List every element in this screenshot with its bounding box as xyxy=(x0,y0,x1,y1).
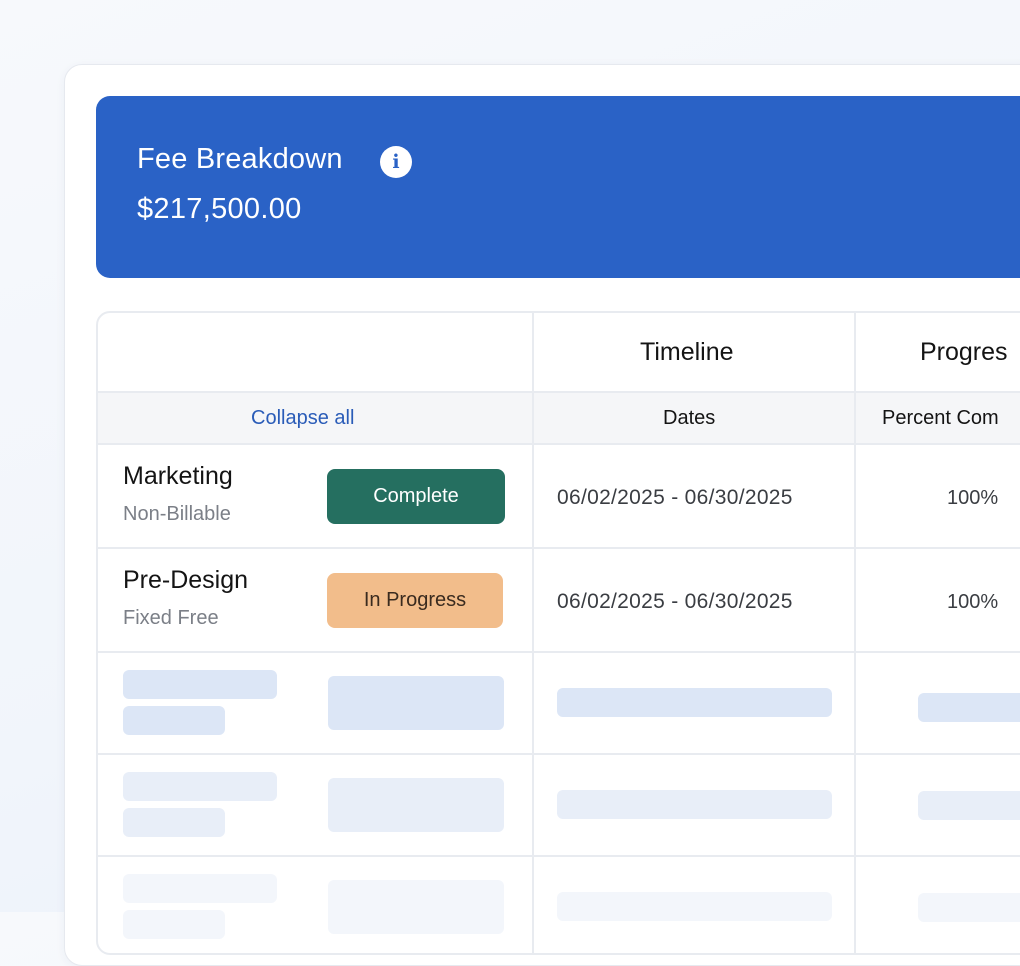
info-icon[interactable]: i xyxy=(380,146,412,178)
column-header-timeline: Timeline xyxy=(640,338,734,366)
timeline-dates: 06/02/2025 - 06/30/2025 xyxy=(557,590,793,613)
skeleton-placeholder xyxy=(557,790,832,819)
collapse-all-link[interactable]: Collapse all xyxy=(251,407,354,430)
total-fee-amount: $217,500.00 xyxy=(137,193,302,225)
row-divider xyxy=(98,753,1020,755)
timeline-dates: 06/02/2025 - 06/30/2025 xyxy=(557,486,793,509)
skeleton-placeholder xyxy=(328,778,504,832)
skeleton-placeholder xyxy=(123,670,277,699)
row-divider xyxy=(98,547,1020,549)
billing-type: Fixed Free xyxy=(123,607,219,629)
column-divider xyxy=(532,313,534,953)
billing-type: Non-Billable xyxy=(123,503,231,525)
row-divider xyxy=(98,855,1020,857)
status-badge[interactable]: Complete xyxy=(327,469,505,524)
fee-table: Timeline Progres Collapse all Dates Perc… xyxy=(96,311,1020,955)
skeleton-placeholder xyxy=(123,910,225,939)
phase-name: Marketing xyxy=(123,462,233,490)
column-divider xyxy=(854,313,856,953)
column-header-progress: Progres xyxy=(920,338,1008,366)
column-subheader-percent-complete: Percent Com xyxy=(882,407,999,429)
skeleton-placeholder xyxy=(328,676,504,730)
skeleton-placeholder xyxy=(918,893,1020,922)
percent-complete: 100% xyxy=(947,591,999,613)
skeleton-placeholder xyxy=(123,874,277,903)
skeleton-placeholder xyxy=(123,706,225,735)
percent-complete: 100% xyxy=(947,487,999,509)
status-badge[interactable]: In Progress xyxy=(327,573,503,628)
skeleton-placeholder xyxy=(328,880,504,934)
skeleton-placeholder xyxy=(918,693,1020,722)
skeleton-placeholder xyxy=(557,688,832,717)
skeleton-placeholder xyxy=(918,791,1020,820)
skeleton-placeholder xyxy=(557,892,832,921)
column-subheader-dates: Dates xyxy=(663,407,716,429)
skeleton-placeholder xyxy=(123,808,225,837)
fee-breakdown-banner: Fee Breakdown i $217,500.00 xyxy=(96,96,1020,278)
row-divider xyxy=(98,443,1020,445)
banner-title: Fee Breakdown xyxy=(137,143,343,175)
skeleton-placeholder xyxy=(123,772,277,801)
phase-name: Pre-Design xyxy=(123,566,249,594)
row-divider xyxy=(98,391,1020,393)
row-divider xyxy=(98,651,1020,653)
